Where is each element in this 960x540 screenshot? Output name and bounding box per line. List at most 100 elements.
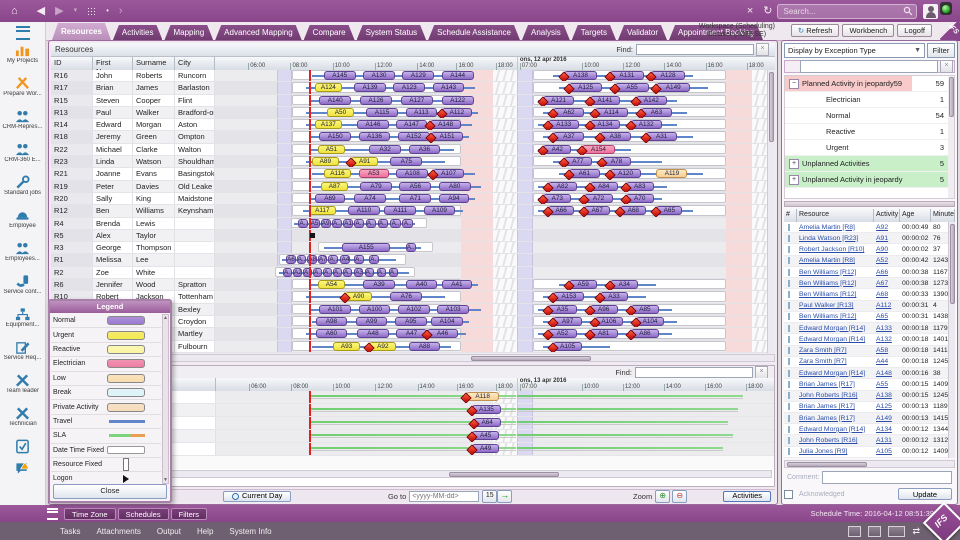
row-checkbox[interactable] [788, 403, 790, 410]
activity-bar[interactable]: A56 [399, 182, 431, 191]
taskbar-item-system-info[interactable]: System Info [229, 527, 271, 536]
calendar-icon[interactable]: 15 [482, 490, 497, 503]
activity-bar[interactable]: A91 [351, 157, 378, 166]
resource-row[interactable]: R18JeremyGreenOmptonA150A136A152A151A37A… [51, 131, 775, 143]
activity-bar[interactable]: A130 [363, 71, 395, 80]
activity-bar[interactable]: A143 [433, 83, 465, 92]
tree-item-unplanned-activities[interactable]: +Unplanned Activities5 [785, 156, 954, 172]
jeopardy-column-activity[interactable]: Activity [874, 209, 900, 222]
activity-bar[interactable]: A117 [309, 206, 336, 215]
activity-bar[interactable]: A2 [293, 268, 302, 277]
row-checkbox[interactable] [788, 358, 790, 365]
sidebar-item-prepare-wor[interactable]: Prepare Wor... [0, 76, 45, 109]
sidebar-item-technician[interactable]: Technician [0, 406, 45, 439]
go-arrow-button[interactable]: → [497, 490, 512, 503]
activity-bar[interactable]: A.. [365, 268, 374, 277]
search-input[interactable] [781, 6, 903, 17]
activity-bar[interactable]: A112 [442, 108, 472, 117]
activity-bar[interactable]: A80 [439, 182, 471, 191]
activity-bar[interactable]: A.. [328, 255, 338, 264]
update-button[interactable]: Update [898, 488, 952, 500]
resource-link[interactable]: Paul Walker [R13] [799, 302, 854, 309]
activity-bar[interactable]: A.. [369, 255, 379, 264]
activity-bar[interactable]: A106 [595, 317, 623, 326]
activity-bar[interactable]: A78 [602, 157, 630, 166]
row-checkbox[interactable] [788, 370, 790, 377]
activity-bar[interactable]: A45 [472, 431, 499, 440]
activity-bar[interactable]: A118 [466, 392, 499, 401]
activity-bar[interactable]: A99 [356, 317, 388, 326]
activity-bar[interactable]: A81 [590, 329, 618, 338]
resource-row[interactable]: R17BrianJamesBarlastonA124A139A123A143A1… [51, 82, 775, 94]
jeopardy-row[interactable]: Amelia Martin [R8]A9200:00:4980 [784, 222, 955, 233]
activity-bar[interactable]: A.. [313, 268, 322, 277]
resource-row[interactable]: R1MelissaLeeA6A..A8A7A..A4A..A.. [51, 254, 775, 266]
resource-link[interactable]: Linda Watson [R23] [799, 235, 858, 242]
activity-bar[interactable]: A74 [354, 194, 386, 203]
activity-bar[interactable]: A.. [332, 219, 342, 228]
jeopardy-column-minutes-l[interactable]: Minutes l [931, 209, 955, 222]
tree-item-reactive[interactable]: Reactive1 [785, 124, 954, 140]
activity-bar[interactable]: A31 [646, 132, 677, 141]
activity-bar[interactable]: A136 [359, 132, 391, 141]
apps-grid-icon[interactable] [87, 7, 96, 16]
activity-link[interactable]: A91 [876, 235, 888, 242]
activity-bar[interactable]: A7 [318, 255, 328, 264]
activity-bar[interactable]: A114 [595, 108, 628, 117]
current-day-button[interactable]: Current Day [223, 491, 291, 502]
activity-bar[interactable]: A87 [321, 182, 348, 191]
jeopardy-row[interactable]: Edward Morgan [R14]A13200:00:181401 [784, 334, 955, 345]
keyboard-icon[interactable] [888, 526, 905, 537]
tab-compare[interactable]: Compare [304, 25, 355, 40]
activity-bar[interactable]: A95 [395, 317, 427, 326]
row-checkbox[interactable] [788, 381, 790, 388]
zoom-out-icon[interactable]: ⊖ [672, 490, 687, 503]
comment-input[interactable] [822, 471, 952, 484]
activity-link[interactable]: A148 [876, 370, 892, 377]
activity-link[interactable]: A125 [876, 403, 892, 410]
activity-bar[interactable]: A119 [656, 169, 687, 178]
collapse-icon[interactable]: − [789, 79, 799, 89]
activity-bar[interactable]: A104 [431, 317, 463, 326]
exception-filter-input[interactable] [800, 60, 938, 73]
jeopardy-row[interactable]: Ben Williams [R12]A6800:00:331390 [784, 289, 955, 300]
activity-bar[interactable]: A.. [406, 243, 416, 252]
activity-bar[interactable]: A63 [641, 108, 672, 117]
row-checkbox[interactable] [788, 280, 790, 287]
find-clear-icon[interactable]: × [755, 366, 768, 379]
sidebar-item-equipment[interactable]: Equipment... [0, 307, 45, 340]
activity-bar[interactable]: A93 [333, 342, 360, 351]
resource-link[interactable]: Edward Morgan [R14] [799, 325, 865, 332]
activity-bar[interactable]: A111 [384, 206, 416, 215]
activity-bar[interactable]: A102 [398, 305, 430, 314]
legend-scrollbar[interactable]: ▲▼ [162, 314, 169, 484]
activity-bar[interactable]: A153 [553, 292, 584, 301]
activity-bar[interactable]: A148 [430, 120, 462, 129]
jeopardy-row[interactable]: Ben Williams [R12]A6700:00:381273 [784, 278, 955, 289]
tab-analysis[interactable]: Analysis [522, 25, 570, 40]
resource-row[interactable]: R20SallyKingMaidstoneA69A74A71A94A73A72A… [51, 193, 775, 205]
activity-bar[interactable]: A9 [321, 219, 331, 228]
jeopardy-row[interactable]: Robert Jackson [R10]A9000:00:0237 [784, 244, 955, 255]
statusbar-button-time-zone[interactable]: Time Zone [64, 508, 116, 520]
logoff-button[interactable]: Logoff [897, 24, 932, 37]
jeopardy-table-hscrollbar[interactable] [784, 460, 955, 468]
jeopardy-row[interactable]: Ben Williams [R12]A6600:00:381167 [784, 267, 955, 278]
tab-activities[interactable]: Activities [113, 25, 163, 40]
activity-bar[interactable]: A147 [396, 120, 426, 129]
activity-bar[interactable]: A75 [390, 157, 422, 166]
activity-bar[interactable]: A123 [393, 83, 425, 92]
row-checkbox[interactable] [788, 336, 790, 343]
activity-bar[interactable]: A115 [366, 108, 398, 117]
resize-arrows-icon[interactable]: ⇄ [912, 526, 920, 537]
activity-link[interactable]: A132 [876, 336, 892, 343]
taskbar-item-output[interactable]: Output [157, 527, 181, 536]
resource-link[interactable]: Zara Smith [R7] [799, 347, 847, 354]
activity-link[interactable]: A92 [876, 224, 888, 231]
resource-row[interactable]: R13PaulWalkerBradford-on-A50A115A113A112… [51, 107, 775, 119]
activity-bar[interactable]: A76 [390, 292, 422, 301]
activity-bar[interactable]: A97 [553, 317, 581, 326]
tree-item-unplanned-activity-in-jeopardy[interactable]: +Unplanned Activity in jeopardy5 [785, 172, 954, 188]
activity-bar[interactable]: A.. [298, 219, 308, 228]
resource-link[interactable]: Edward Morgan [R14] [799, 336, 865, 343]
